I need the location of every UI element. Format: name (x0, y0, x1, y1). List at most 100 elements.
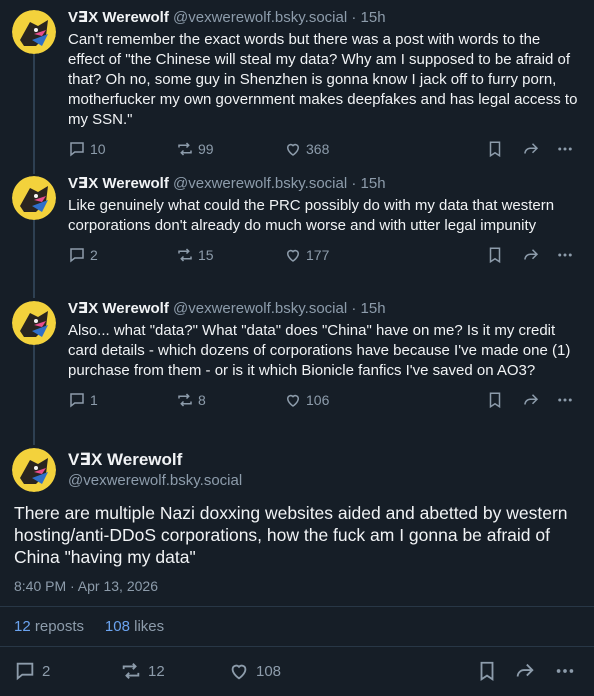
more-icon (558, 253, 572, 257)
likes-stat-count: 108 (104, 618, 130, 635)
author-handle[interactable]: @vexwerewolf.bsky.social (68, 472, 242, 489)
bookmark-button[interactable] (486, 244, 504, 266)
author-name[interactable]: V∃X Werewolf (68, 450, 182, 470)
like-icon (286, 143, 300, 156)
share-icon (524, 249, 539, 260)
reposts-stat-count: 12 (14, 618, 31, 635)
more-button[interactable] (554, 656, 576, 686)
author-name[interactable]: V∃X Werewolf (68, 175, 169, 192)
reply-icon (70, 142, 84, 157)
reply-button[interactable]: 1 (68, 389, 98, 411)
repost-button[interactable]: 12 (120, 656, 165, 686)
like-button[interactable]: 108 (228, 656, 281, 686)
post-text: Can't remember the exact words but there… (68, 31, 578, 128)
bookmark-icon (480, 661, 494, 681)
post-text: Like genuinely what could the PRC possib… (68, 197, 555, 234)
share-button[interactable] (522, 244, 540, 266)
divider (0, 606, 594, 607)
avatar[interactable] (12, 176, 56, 220)
like-count: 368 (306, 141, 330, 157)
like-icon (286, 394, 300, 407)
reply-icon (16, 662, 34, 681)
like-button[interactable]: 368 (284, 138, 329, 160)
post-text: Also... what "data?" What "data" does "C… (68, 322, 571, 379)
repost-icon (178, 393, 192, 407)
like-button[interactable]: 106 (284, 389, 329, 411)
bookmark-button[interactable] (476, 656, 498, 686)
reply-count: 1 (90, 392, 98, 408)
reposts-stat[interactable]: 12 reposts (14, 618, 84, 635)
author-handle[interactable]: @vexwerewolf.bsky.social (173, 175, 347, 192)
divider (0, 646, 594, 647)
post-actions: 2 15 177 (68, 244, 580, 268)
bookmark-icon (489, 392, 501, 409)
avatar[interactable] (12, 301, 56, 345)
reply-icon (70, 393, 84, 408)
like-icon (231, 664, 247, 680)
bookmark-button[interactable] (486, 138, 504, 160)
share-button[interactable] (522, 389, 540, 411)
post-header: V∃X Werewolf @vexwerewolf.bsky.social · … (68, 299, 580, 319)
repost-button[interactable]: 15 (176, 244, 214, 266)
repost-icon (122, 663, 140, 679)
repost-count: 8 (198, 392, 206, 408)
share-icon (524, 394, 539, 405)
post-time[interactable]: 15h (361, 300, 386, 317)
repost-icon (178, 142, 192, 156)
author-name[interactable]: V∃X Werewolf (68, 9, 169, 26)
engagement-stats: 12 reposts 108 likes (14, 618, 164, 635)
separator: · (351, 175, 357, 192)
post-actions: 1 8 106 (68, 389, 580, 413)
repost-count: 99 (198, 141, 214, 157)
separator: · (351, 300, 357, 317)
post-datetime[interactable]: 8:40 PM · Apr 13, 2026 (14, 578, 158, 594)
separator: · (351, 9, 357, 26)
repost-button[interactable]: 99 (176, 138, 214, 160)
like-button[interactable]: 177 (284, 244, 329, 266)
author-name[interactable]: V∃X Werewolf (68, 300, 169, 317)
share-icon (516, 663, 534, 677)
repost-icon (178, 248, 192, 262)
more-button[interactable] (556, 389, 574, 411)
likes-stat[interactable]: 108 likes (105, 618, 164, 635)
reply-post[interactable]: V∃X Werewolf @vexwerewolf.bsky.social · … (0, 8, 594, 162)
share-button[interactable] (514, 656, 536, 686)
post-time[interactable]: 15h (361, 175, 386, 192)
avatar[interactable] (12, 448, 56, 492)
more-button[interactable] (556, 138, 574, 160)
bookmark-icon (489, 141, 501, 158)
repost-button[interactable]: 8 (176, 389, 206, 411)
post-text: There are multiple Nazi doxxing websites… (14, 503, 568, 567)
post-header: V∃X Werewolf @vexwerewolf.bsky.social · … (68, 8, 580, 28)
bookmark-button[interactable] (486, 389, 504, 411)
like-count: 106 (306, 392, 330, 408)
share-button[interactable] (522, 138, 540, 160)
reply-count: 2 (42, 662, 51, 680)
reply-button[interactable]: 10 (68, 138, 106, 160)
focused-post-actions: 2 12 108 (0, 656, 594, 686)
reposts-stat-label: reposts (34, 618, 85, 635)
avatar-image (12, 10, 56, 54)
post-time[interactable]: 15h (361, 9, 386, 26)
author-handle[interactable]: @vexwerewolf.bsky.social (173, 300, 347, 317)
avatar-image (12, 176, 56, 220)
reply-count: 10 (90, 141, 106, 157)
reply-count: 2 (90, 247, 98, 263)
avatar-image (12, 301, 56, 345)
avatar[interactable] (12, 10, 56, 54)
repost-count: 12 (148, 662, 165, 680)
reply-icon (70, 248, 84, 263)
reply-button[interactable]: 2 (14, 656, 50, 686)
focused-post-header: V∃X Werewolf @vexwerewolf.bsky.social (0, 444, 594, 502)
post-actions: 10 99 368 (68, 138, 580, 162)
more-button[interactable] (556, 244, 574, 266)
post-thread: V∃X Werewolf @vexwerewolf.bsky.social · … (0, 0, 594, 696)
like-count: 108 (256, 662, 282, 680)
like-count: 177 (306, 247, 330, 263)
reply-post[interactable]: V∃X Werewolf @vexwerewolf.bsky.social · … (0, 174, 594, 268)
reply-button[interactable]: 2 (68, 244, 98, 266)
reply-post[interactable]: V∃X Werewolf @vexwerewolf.bsky.social · … (0, 299, 594, 413)
avatar-image (12, 448, 56, 492)
bookmark-icon (489, 247, 501, 264)
author-handle[interactable]: @vexwerewolf.bsky.social (173, 9, 347, 26)
